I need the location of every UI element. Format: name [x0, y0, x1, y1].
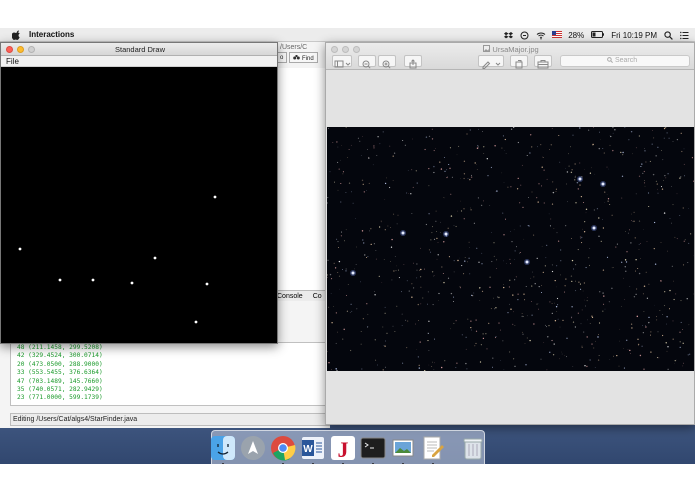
binoculars-icon [293, 55, 301, 60]
search-icon [607, 57, 613, 64]
minimize-button[interactable] [17, 46, 24, 53]
launchpad-icon[interactable] [240, 435, 266, 461]
top-margin [0, 0, 695, 28]
bottom-margin [0, 464, 695, 494]
drawn-point [153, 256, 157, 260]
preview-title: UrsaMajor.jpg [326, 45, 694, 54]
drawn-point [213, 195, 217, 199]
rotate-button[interactable] [510, 55, 528, 69]
chrome-icon[interactable] [270, 435, 296, 464]
console-output[interactable]: 48 (211.1458, 299.5208) 42 (329.4524, 300… [10, 342, 330, 406]
console-tabs: Console Co [276, 290, 330, 301]
sync-icon[interactable] [520, 31, 529, 40]
bright-star [401, 231, 405, 235]
console-line: 33 (553.5455, 376.6364) [17, 369, 103, 377]
image-file-icon [483, 45, 491, 52]
preview-window: UrsaMajor.jpg Search [325, 42, 695, 425]
console-line: 42 (329.4524, 300.0714) [17, 352, 103, 360]
bright-star [525, 260, 529, 264]
file-menu[interactable]: File [6, 57, 19, 66]
drawn-point [58, 278, 62, 282]
wifi-icon[interactable] [536, 31, 546, 40]
app-name[interactable]: Interactions [29, 30, 74, 39]
drawing-canvas[interactable] [1, 67, 278, 344]
bright-star [578, 177, 582, 181]
preview-titlebar[interactable]: UrsaMajor.jpg Search [326, 43, 694, 70]
editor-status-bar: Editing /Users/Cat/algs4/StarFinder.java [10, 413, 330, 426]
svg-text:J: J [338, 437, 349, 461]
console-line: 20 (473.0500, 288.9000) [17, 360, 103, 368]
bright-star [592, 226, 596, 230]
clock[interactable]: Fri 10:19 PM [611, 31, 657, 40]
bright-star [444, 232, 448, 236]
console-line: 47 (703.1489, 145.7660) [17, 377, 103, 385]
drawn-point [91, 278, 95, 282]
editor-toolbar: o Find [276, 52, 330, 66]
tab-console[interactable]: Console [277, 293, 303, 300]
spotlight-search-icon[interactable] [664, 30, 673, 40]
dock: W J [211, 430, 485, 464]
console-line: 48 (211.1458, 299.5208) [17, 344, 103, 351]
standard-draw-titlebar[interactable]: Standard Draw [1, 43, 277, 56]
find-button[interactable]: Find [289, 52, 318, 63]
zoom-in-button[interactable] [378, 55, 396, 69]
console-line: 35 (740.0571, 282.9429) [17, 386, 103, 394]
terminal-icon[interactable] [360, 435, 386, 464]
markup-button[interactable] [478, 55, 504, 69]
editor-title-fragment: /Users/C [280, 44, 308, 51]
search-placeholder: Search [614, 57, 638, 64]
battery-percent[interactable]: 28% [568, 31, 584, 40]
preview-title-text: UrsaMajor.jpg [492, 45, 539, 54]
tab-other[interactable]: Co [313, 293, 322, 300]
java-icon[interactable]: J [330, 435, 356, 464]
menubar: Interactions 28% Fri 10:19 PM [0, 28, 695, 42]
drawn-point [130, 281, 134, 285]
bright-star [601, 182, 605, 186]
close-button[interactable] [6, 46, 13, 53]
star-field-image[interactable] [327, 127, 695, 371]
zoom-out-button[interactable] [358, 55, 376, 69]
zoom-button[interactable] [28, 46, 35, 53]
drawn-point [18, 247, 22, 251]
battery-icon[interactable] [591, 30, 605, 40]
console-line: 23 (771.0000, 599.1739) [17, 394, 103, 402]
find-button-label: Find [302, 56, 314, 62]
standard-draw-title: Standard Draw [114, 45, 166, 54]
trash-icon[interactable] [460, 435, 486, 461]
textedit-icon[interactable] [420, 435, 446, 464]
drawn-point [194, 320, 198, 324]
notification-center-icon[interactable] [680, 31, 689, 40]
standard-draw-window: Standard Draw File [0, 42, 278, 344]
finder-icon[interactable] [210, 435, 236, 464]
search-field[interactable]: Search [560, 55, 690, 67]
code-area[interactable] [276, 68, 330, 292]
standard-draw-menubar: File [1, 56, 277, 67]
dropbox-icon[interactable] [504, 31, 514, 40]
svg-text:W: W [303, 444, 313, 455]
bright-star [351, 271, 355, 275]
preview-icon[interactable] [390, 435, 416, 464]
apple-menu-icon[interactable] [12, 30, 21, 40]
word-icon[interactable]: W [300, 435, 326, 464]
drawn-point [205, 282, 209, 286]
status-area: 28% Fri 10:19 PM [504, 28, 689, 42]
desktop: Interactions 28% Fri 10:19 PM /Users/C o… [0, 0, 695, 464]
share-button[interactable] [404, 55, 422, 69]
toolbox-button[interactable] [534, 55, 552, 69]
us-flag-icon[interactable] [552, 30, 563, 40]
sidebar-toggle-button[interactable] [332, 55, 352, 68]
